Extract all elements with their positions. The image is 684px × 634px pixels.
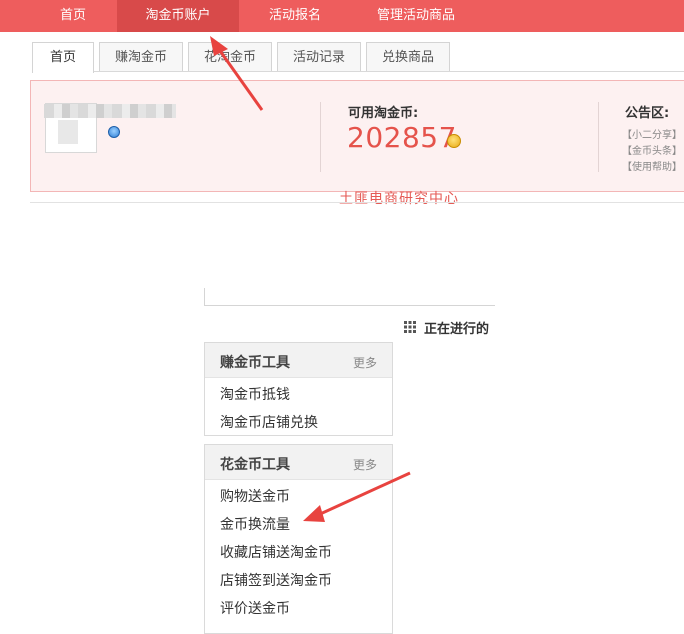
avatar-image-blurred xyxy=(58,120,78,144)
coins-label: 可用淘金币: xyxy=(348,106,419,121)
panel-title: 花金币工具 xyxy=(220,457,290,473)
tool-link[interactable]: 收藏店铺送淘金币 xyxy=(220,542,332,562)
topnav-manage-products[interactable]: 管理活动商品 xyxy=(365,0,467,32)
tool-link[interactable]: 金币换流量 xyxy=(220,514,290,534)
more-link[interactable]: 更多 xyxy=(353,456,377,473)
divider xyxy=(598,102,599,172)
divider xyxy=(320,102,321,172)
ongoing-label: 正在进行的 xyxy=(424,322,490,337)
tool-link[interactable]: 购物送金币 xyxy=(220,486,290,506)
username-blurred xyxy=(44,104,176,118)
tab-activity-records[interactable]: 活动记录 xyxy=(277,42,361,71)
panel-title: 赚金币工具 xyxy=(220,355,290,371)
vip-icon xyxy=(108,126,120,138)
topnav-coin-account[interactable]: 淘金币账户 xyxy=(117,0,239,32)
notice-item[interactable]: 【使用帮助】 xyxy=(622,158,682,173)
grid-icon xyxy=(404,321,416,333)
tab-earn-coins[interactable]: 赚淘金币 xyxy=(99,42,183,71)
gold-coin-icon xyxy=(447,134,461,148)
tool-link[interactable]: 淘金币抵钱 xyxy=(220,384,290,404)
notice-item[interactable]: 【小二分享】 xyxy=(622,126,682,141)
notice-item[interactable]: 【金币头条】 xyxy=(622,142,682,157)
tab-spend-coins[interactable]: 花淘金币 xyxy=(188,42,272,71)
tool-link[interactable]: 淘金币店铺兑换 xyxy=(220,412,318,432)
top-nav: 首页 淘金币账户 活动报名 管理活动商品 xyxy=(0,0,684,32)
more-link[interactable]: 更多 xyxy=(353,354,377,371)
earn-tools-panel: 赚金币工具 更多 淘金币抵钱 淘金币店铺兑换 xyxy=(204,342,393,436)
content-frame xyxy=(204,288,205,305)
tab-exchange-products[interactable]: 兑换商品 xyxy=(366,42,450,71)
notice-title: 公告区: xyxy=(625,106,670,121)
coins-value: 202857 xyxy=(347,121,457,154)
panel-header: 赚金币工具 更多 xyxy=(205,343,392,378)
content-frame xyxy=(204,305,495,306)
section-divider xyxy=(30,202,684,203)
tool-link[interactable]: 店铺签到送淘金币 xyxy=(220,570,332,590)
spend-tools-panel: 花金币工具 更多 购物送金币 金币换流量 收藏店铺送淘金币 店铺签到送淘金币 评… xyxy=(204,444,393,634)
topnav-home[interactable]: 首页 xyxy=(42,0,104,32)
topnav-activity-signup[interactable]: 活动报名 xyxy=(255,0,335,32)
tool-link[interactable]: 评价送金币 xyxy=(220,598,290,618)
tab-home[interactable]: 首页 xyxy=(32,42,94,73)
panel-header: 花金币工具 更多 xyxy=(205,445,392,480)
watermark: 土匪电商研究中心 xyxy=(339,191,459,207)
